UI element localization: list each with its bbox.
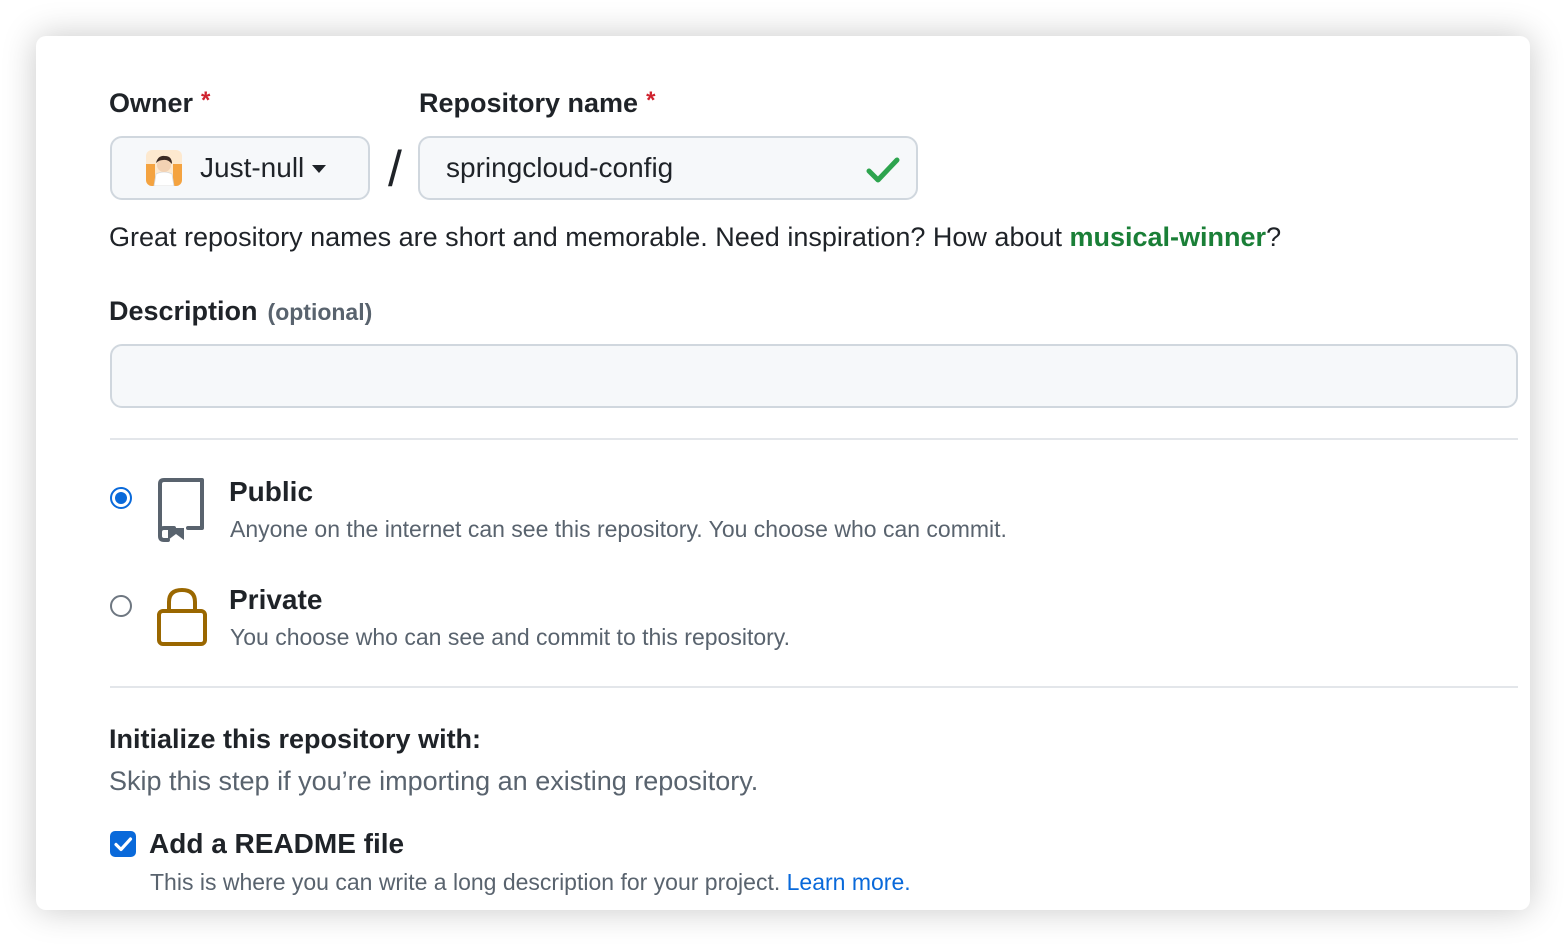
suggested-name-link[interactable]: musical-winner xyxy=(1070,222,1267,252)
repo-name-label: Repository name * xyxy=(419,87,656,119)
owner-label: Owner * xyxy=(109,87,211,119)
checkmark-icon xyxy=(114,837,133,852)
visibility-private-title: Private xyxy=(229,584,323,615)
optional-tag: (optional) xyxy=(267,299,373,325)
required-asterisk: * xyxy=(646,87,656,114)
description-label: Description (optional) xyxy=(109,296,372,327)
visibility-private-desc: You choose who can see and commit to thi… xyxy=(230,624,790,650)
chevron-down-icon xyxy=(312,165,327,173)
divider xyxy=(110,686,1518,688)
check-icon xyxy=(866,157,900,183)
name-hint-suffix: ? xyxy=(1266,222,1282,252)
readme-checkbox[interactable] xyxy=(110,831,136,857)
visibility-public-desc: Anyone on the internet can see this repo… xyxy=(230,516,1007,542)
owner-name: Just-null xyxy=(200,152,305,183)
lock-icon xyxy=(157,587,207,646)
owner-repo-separator: / xyxy=(388,141,402,197)
name-hint-text: Great repository names are short and mem… xyxy=(109,222,1070,252)
divider xyxy=(110,438,1518,440)
name-hint: Great repository names are short and mem… xyxy=(109,222,1281,253)
visibility-public-title: Public xyxy=(229,476,314,507)
readme-desc-text: This is where you can write a long descr… xyxy=(150,869,787,895)
learn-more-link[interactable]: Learn more. xyxy=(787,869,911,895)
description-input[interactable] xyxy=(110,344,1518,408)
repo-icon xyxy=(158,478,204,542)
description-label-text: Description xyxy=(109,296,258,326)
new-repository-form: Owner * Just-null / Repository name * spri… xyxy=(36,36,1530,910)
owner-dropdown[interactable]: Just-null xyxy=(110,136,370,200)
readme-label: Add a README file xyxy=(149,828,405,859)
radio-private[interactable] xyxy=(110,595,132,617)
repo-name-label-text: Repository name xyxy=(419,88,639,118)
init-section-title: Initialize this repository with: xyxy=(109,724,482,754)
init-section-subtitle: Skip this step if you’re importing an ex… xyxy=(109,766,759,796)
repo-name-input[interactable]: springcloud-config xyxy=(418,136,918,200)
owner-label-text: Owner xyxy=(109,88,194,118)
required-asterisk: * xyxy=(201,87,211,114)
repo-name-value: springcloud-config xyxy=(446,152,674,183)
avatar xyxy=(146,150,182,186)
radio-public[interactable] xyxy=(110,487,132,509)
readme-desc: This is where you can write a long descr… xyxy=(150,869,911,896)
